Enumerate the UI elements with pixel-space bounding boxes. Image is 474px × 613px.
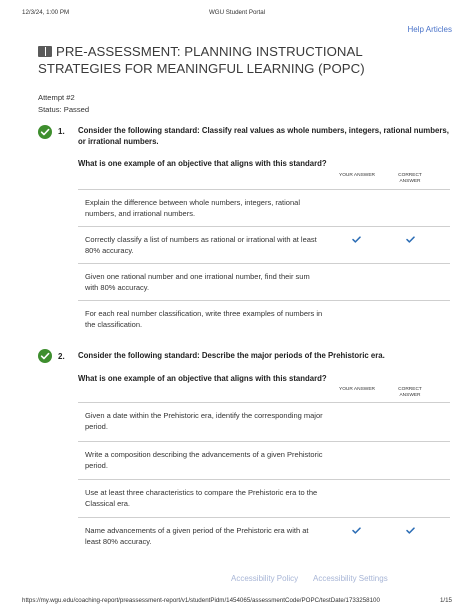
- question-number: 1.: [58, 127, 65, 136]
- answer-option-text: Given one rational number and one irrati…: [85, 272, 310, 292]
- correct-answer-checkmark-icon: [406, 527, 415, 534]
- accessibility-settings-link[interactable]: Accessibility Settings: [313, 574, 388, 583]
- print-url: https://my.wgu.edu/coaching-report/preas…: [22, 597, 380, 604]
- question-prompt: What is one example of an objective that…: [78, 374, 327, 383]
- answer-option-text: Use at least three characteristics to co…: [85, 488, 318, 508]
- answer-option: Use at least three characteristics to co…: [78, 479, 450, 517]
- answer-option: Correctly classify a list of numbers as …: [78, 226, 450, 263]
- print-title: WGU Student Portal: [208, 9, 266, 16]
- column-header-your-answer: YOUR ANSWER: [339, 173, 375, 178]
- page-number: 1/15: [439, 597, 452, 604]
- answer-option-text: Given a date within the Prehistoric era,…: [85, 411, 323, 431]
- page-title-text: PRE-ASSESSMENT: PLANNING INSTRUCTIONAL S…: [38, 44, 365, 76]
- help-articles-link[interactable]: Help Articles: [408, 25, 452, 34]
- column-header-correct-answer: CORRECT ANSWER: [398, 387, 422, 399]
- answer-option-text: For each real number classification, wri…: [85, 309, 323, 329]
- your-answer-checkmark-icon: [352, 236, 361, 243]
- answer-option-text: Explain the difference between whole num…: [85, 198, 300, 218]
- question-standard: Consider the following standard: Describ…: [78, 351, 385, 360]
- your-answer-checkmark-icon: [352, 527, 361, 534]
- checkmark-circle-icon: [38, 125, 52, 139]
- answer-option: Given one rational number and one irrati…: [78, 263, 450, 300]
- answer-option: Write a composition describing the advan…: [78, 441, 450, 479]
- question-prompt: What is one example of an objective that…: [78, 159, 327, 168]
- answer-option-text: Write a composition describing the advan…: [85, 450, 323, 470]
- answer-option: Explain the difference between whole num…: [78, 189, 450, 226]
- accessibility-policy-link[interactable]: Accessibility Policy: [231, 574, 298, 583]
- answer-option: Name advancements of a given period of t…: [78, 517, 450, 555]
- column-header-correct-answer: CORRECT ANSWER: [398, 173, 422, 185]
- answer-option: For each real number classification, wri…: [78, 300, 450, 341]
- status-text: Status: Passed: [38, 105, 90, 114]
- question-number: 2.: [58, 352, 65, 361]
- answer-option-text: Correctly classify a list of numbers as …: [85, 235, 317, 255]
- answer-option: Given a date within the Prehistoric era,…: [78, 402, 450, 441]
- answer-option-text: Name advancements of a given period of t…: [85, 526, 309, 546]
- print-header: 12/3/24, 1:00 PM WGU Student Portal: [22, 9, 452, 19]
- question-standard: Consider the following standard: Classif…: [78, 126, 449, 146]
- book-icon: [38, 46, 52, 57]
- attempt-number: Attempt #2: [38, 93, 75, 102]
- page-title: PRE-ASSESSMENT: PLANNING INSTRUCTIONAL S…: [38, 44, 448, 77]
- print-footer: https://my.wgu.edu/coaching-report/preas…: [22, 597, 452, 607]
- correct-answer-checkmark-icon: [406, 236, 415, 243]
- checkmark-circle-icon: [38, 349, 52, 363]
- column-header-your-answer: YOUR ANSWER: [339, 387, 375, 392]
